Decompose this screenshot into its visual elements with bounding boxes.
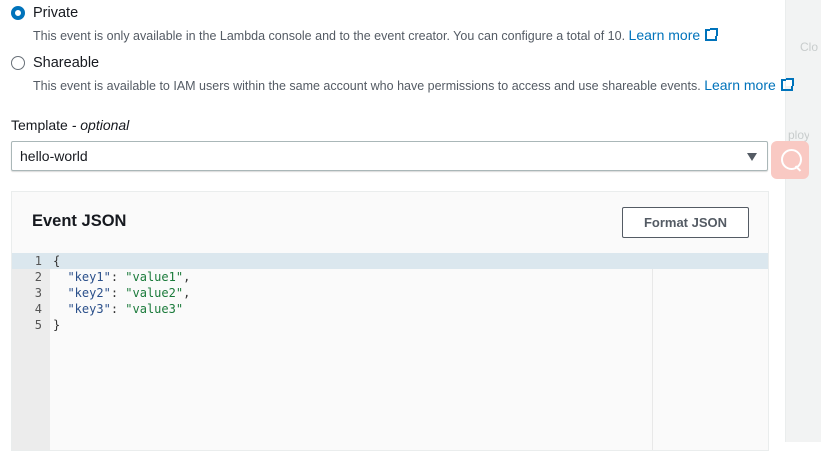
code-line: 5} bbox=[12, 317, 768, 333]
line-number: 2 bbox=[34, 270, 42, 284]
code-line: 4 "key3": "value3" bbox=[12, 301, 768, 317]
external-link-icon[interactable] bbox=[705, 28, 719, 41]
code-punct: : bbox=[110, 302, 126, 316]
code-punct: , bbox=[183, 270, 191, 284]
code-punct: { bbox=[53, 254, 61, 268]
code-punct: : bbox=[110, 270, 126, 284]
line-number: 4 bbox=[34, 302, 42, 316]
code-editor[interactable]: 1{2 "key1": "value1", 3 "key2": "value2",… bbox=[12, 253, 768, 450]
radio-label: Shareable bbox=[33, 55, 100, 71]
template-label: Template - optional bbox=[11, 117, 129, 133]
template-select[interactable]: hello-world bbox=[11, 141, 768, 171]
line-number: 3 bbox=[34, 286, 42, 300]
description-text: This event is available to IAM users wit… bbox=[33, 79, 701, 93]
event-json-panel: Event JSON Format JSON 1{2 "key1": "valu… bbox=[11, 191, 769, 451]
line-text: "key1": "value1", bbox=[53, 269, 190, 285]
template-label-text: Template bbox=[11, 117, 68, 133]
side-panel bbox=[785, 0, 821, 442]
radio-unselected-icon[interactable] bbox=[11, 56, 25, 70]
line-text: "key2": "value2", bbox=[53, 285, 190, 301]
radio-label: Private bbox=[33, 5, 79, 21]
template-value: hello-world bbox=[20, 148, 88, 164]
json-key: "key2" bbox=[67, 286, 111, 300]
json-value: "value3" bbox=[125, 302, 184, 316]
side-panel-text: Clo bbox=[800, 40, 819, 54]
line-number: 5 bbox=[34, 318, 42, 332]
code-line: 2 "key1": "value1", bbox=[12, 269, 768, 285]
search-icon[interactable] bbox=[771, 141, 809, 179]
side-panel-text: ploy bbox=[788, 128, 809, 142]
code-punct bbox=[53, 286, 67, 300]
code-line: 3 "key2": "value2", bbox=[12, 285, 768, 301]
radio-selected-icon[interactable] bbox=[11, 6, 25, 20]
line-text: } bbox=[53, 317, 60, 333]
external-link-icon[interactable] bbox=[780, 78, 794, 91]
code-punct: , bbox=[183, 286, 191, 300]
json-key: "key3" bbox=[67, 302, 111, 316]
learn-more-link[interactable]: Learn more bbox=[629, 27, 701, 43]
line-text: { bbox=[53, 253, 60, 269]
code-punct: : bbox=[110, 286, 126, 300]
shareable-description: This event is available to IAM users wit… bbox=[33, 77, 794, 93]
format-json-button[interactable]: Format JSON bbox=[622, 207, 749, 238]
description-text: This event is only available in the Lamb… bbox=[33, 29, 626, 43]
code-punct bbox=[53, 270, 67, 284]
radio-private[interactable]: Private bbox=[11, 5, 78, 21]
line-number: 1 bbox=[34, 254, 42, 268]
code-line: 1{ bbox=[12, 253, 768, 269]
json-value: "value1" bbox=[125, 270, 184, 284]
editor-title: Event JSON bbox=[32, 212, 127, 230]
optional-text: - optional bbox=[71, 117, 130, 133]
private-description: This event is only available in the Lamb… bbox=[33, 27, 719, 43]
code-punct bbox=[53, 302, 67, 316]
radio-shareable[interactable]: Shareable bbox=[11, 55, 99, 71]
json-key: "key1" bbox=[67, 270, 111, 284]
code-punct: } bbox=[53, 318, 61, 332]
line-text: "key3": "value3" bbox=[53, 301, 183, 317]
json-value: "value2" bbox=[125, 286, 184, 300]
dropdown-caret-icon bbox=[747, 153, 757, 161]
learn-more-link[interactable]: Learn more bbox=[704, 77, 776, 93]
